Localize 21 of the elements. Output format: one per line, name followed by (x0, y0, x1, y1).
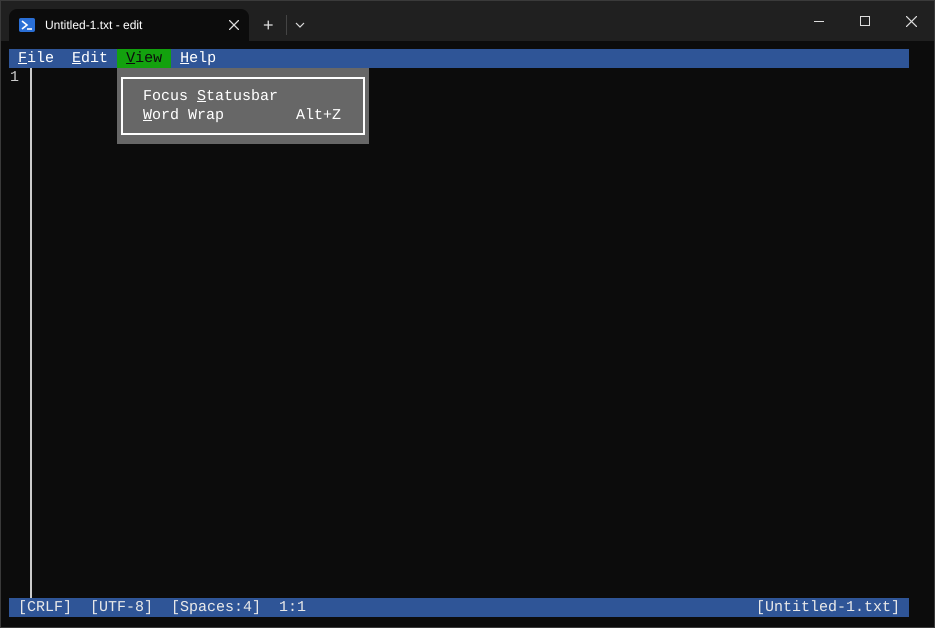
close-icon[interactable] (906, 16, 916, 26)
menu-option[interactable]: Word Wrap Alt+Z (143, 106, 341, 125)
terminal-tab[interactable]: Untitled-1.txt - edit (9, 9, 249, 41)
status-item: 1:1 (279, 598, 306, 617)
status-item: [UTF-8] (90, 598, 154, 617)
menu-item[interactable]: File (18, 49, 54, 68)
menu-option[interactable]: Focus Statusbar (143, 87, 341, 106)
menu-item[interactable]: Help (180, 49, 216, 68)
terminal-icon (19, 18, 35, 32)
chevron-down-icon[interactable] (294, 22, 305, 28)
menu-item[interactable]: View (117, 49, 172, 68)
status-item: [Spaces:4] (171, 598, 262, 617)
new-tab-button[interactable]: + (259, 16, 278, 34)
status-item: [CRLF] (18, 598, 72, 617)
file-name: [Untitled-1.txt] (756, 598, 900, 617)
close-tab-icon[interactable] (229, 20, 239, 30)
menu-item[interactable]: Edit (72, 49, 108, 68)
tab-title: Untitled-1.txt - edit (45, 17, 144, 34)
minimize-icon[interactable] (814, 20, 824, 22)
line-number: 1 (9, 68, 20, 87)
maximize-icon[interactable] (860, 16, 870, 26)
